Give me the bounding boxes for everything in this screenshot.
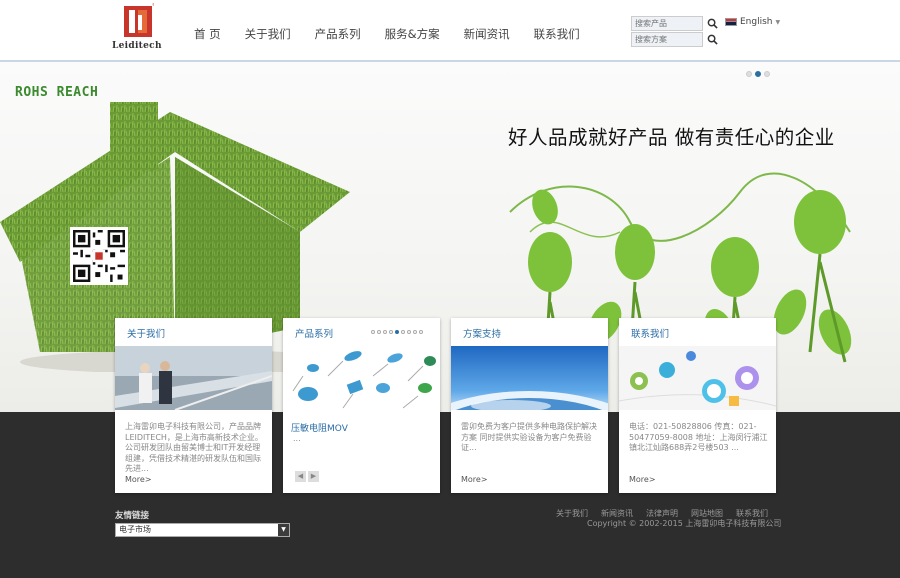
card-text: 电话：021-50828806 传真：021-50477059-8008 地址：… [629,422,768,452]
slide-dot[interactable] [764,71,770,77]
search-icon [707,34,718,45]
pager-dot[interactable] [407,330,411,334]
search-product-row [631,16,721,31]
search-solution-row [631,32,721,47]
earth-image [451,346,608,410]
search-product-button[interactable] [704,16,720,31]
pager-dot[interactable] [377,330,381,334]
banner-slogan: 好人品成就好产品 做有责任心的企业 [508,126,835,149]
nav-news[interactable]: 新闻资讯 [464,26,510,42]
pager-dot[interactable] [371,330,375,334]
chevron-down-icon: ▼ [775,18,781,26]
slide-dot[interactable] [746,71,752,77]
friend-links-select[interactable]: 电子市场 ▼ [115,523,290,537]
pager-dot[interactable] [419,330,423,334]
nav-about[interactable]: 关于我们 [245,26,291,42]
card-title[interactable]: 产品系列 [295,326,333,340]
language-label: English [740,17,773,27]
card-text: ... [293,434,301,443]
contact-icons-image [619,346,776,410]
nav-contact[interactable]: 联系我们 [534,26,580,42]
contact-card: 联系我们 电话：021-50828806 传真：021-50477059-800… [619,318,776,493]
product-pager [371,330,425,334]
friend-links-title: 友情链接 [115,511,150,521]
next-button[interactable]: ▶ [308,471,319,482]
nav-home[interactable]: 首 页 [194,26,221,42]
qr-code [70,227,128,285]
card-title[interactable]: 联系我们 [631,326,669,340]
product-link[interactable]: 压敏电阻MOV [291,421,348,434]
logo-mark-icon: ® [124,3,154,37]
pager-dot[interactable] [389,330,393,334]
friend-links-selected: 电子市场 [119,525,151,534]
card-title[interactable]: 关于我们 [127,326,165,340]
card-text: 雷卯免费为客户提供多种电路保护解决方案 同时提供实验设备为客户免费验证... [461,422,597,452]
card-title[interactable]: 方案支持 [463,326,501,340]
more-link[interactable]: More> [629,475,656,484]
slide-pager [746,71,773,77]
pager-dot[interactable] [383,330,387,334]
logo[interactable]: ® Leiditech [112,3,162,55]
footer-link-about[interactable]: 关于我们 [556,508,588,519]
more-link[interactable]: More> [125,475,152,484]
solutions-card: 方案支持 雷卯免费为客户提供多种电路保护解决方案 同时提供实验设备为客户免费验证… [451,318,608,493]
search-solution-input[interactable] [631,32,703,47]
main-nav: 首 页 关于我们 产品系列 服务&方案 新闻资讯 联系我们 [194,26,604,42]
more-link[interactable]: More> [461,475,488,484]
qr-code-icon [73,230,125,282]
site-header: ® Leiditech 首 页 关于我们 产品系列 服务&方案 新闻资讯 联系我… [0,0,900,62]
rohs-reach-tag: ROHS REACH [15,85,99,100]
nav-services[interactable]: 服务&方案 [385,26,440,42]
varistor-components-image[interactable] [283,346,440,410]
logo-text: Leiditech [112,41,162,51]
card-text: 上海雷卯电子科技有限公司，产品品牌LEIDITECH，是上海市高新技术企业。公司… [125,422,263,473]
search-icon [707,18,718,29]
language-switcher[interactable]: English ▼ [725,17,780,27]
chevron-down-icon: ▼ [278,524,289,536]
search-solution-button[interactable] [704,32,720,47]
svg-text:®: ® [152,3,154,7]
pager-dot-active[interactable] [395,330,399,334]
copyright-text: Copyright © 2002-2015 上海雷卯电子科技有限公司 [587,519,782,528]
about-card: 关于我们 上海雷卯电子科技有限公司，产品品牌LEIDITECH，是上海市高新技术… [115,318,272,493]
products-card: 产品系列 压敏电阻MOV ... ◀ ▶ [283,318,440,493]
slide-dot-active[interactable] [755,71,761,77]
business-people-image [115,346,272,410]
prev-button[interactable]: ◀ [295,471,306,482]
uk-flag-icon [725,18,737,26]
pager-dot[interactable] [413,330,417,334]
nav-products[interactable]: 产品系列 [315,26,361,42]
search-product-input[interactable] [631,16,703,31]
pager-dot[interactable] [401,330,405,334]
